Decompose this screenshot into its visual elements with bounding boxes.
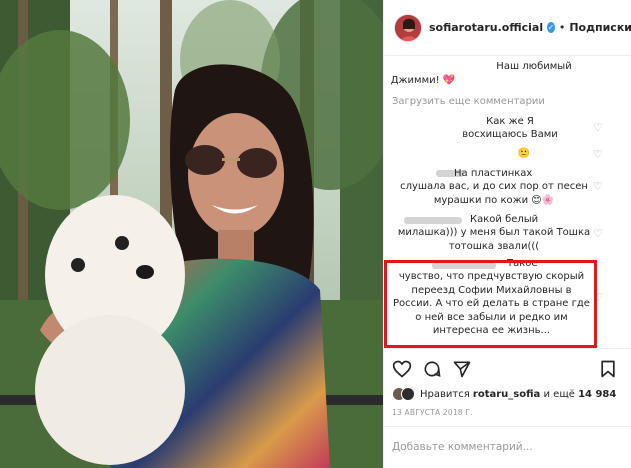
- highlight-box: [384, 260, 597, 348]
- comment-like-icon[interactable]: ♡: [593, 181, 604, 192]
- comments-list[interactable]: Наш любимый Джимми! 💖 Загрузить еще комм…: [384, 57, 631, 348]
- comment-item: На пластинках слушала вас, и до сих пор …: [394, 167, 594, 207]
- share-icon[interactable]: [452, 359, 472, 379]
- heart-icon[interactable]: [392, 359, 412, 379]
- likes-count[interactable]: 14 984: [578, 389, 616, 400]
- comment-line: На пластинках: [454, 168, 533, 179]
- likes-text: Нравится rotaru_sofia и ещё 14 984: [420, 389, 616, 400]
- likes-row: Нравится rotaru_sofia и ещё 14 984: [392, 384, 616, 404]
- comment-line: тотошка звали(((: [448, 240, 540, 252]
- comment-first-end: Джимми! 💖: [388, 74, 458, 87]
- comment-icon[interactable]: [422, 359, 442, 379]
- comment-line: Наш любимый: [496, 61, 572, 72]
- post-sidebar: sofiarotaru.official ✓ • Подписки Наш лю…: [383, 0, 631, 468]
- comment-line: милашка))) у меня был такой Тошка: [397, 227, 591, 239]
- add-comment-placeholder: Добавьте комментарий...: [392, 441, 533, 453]
- load-more-comments-button[interactable]: Загрузить еще комментарии: [392, 96, 545, 107]
- avatar[interactable]: [394, 13, 422, 42]
- comment-line: восхищаюсь Вами: [462, 129, 558, 141]
- liker-username[interactable]: rotaru_sofia: [473, 389, 540, 400]
- comment-like-icon[interactable]: ♡: [593, 122, 604, 133]
- comment-line: Джимми! 💖: [390, 75, 456, 86]
- liker-avatar[interactable]: [401, 387, 415, 401]
- comment-line: Какой белый: [470, 214, 539, 225]
- comment-item: 🙂: [514, 147, 534, 160]
- comment-line: слушала вас, и до сих пор от песен: [400, 181, 588, 193]
- follow-button[interactable]: Подписки: [569, 21, 631, 34]
- comment-item: Какой белый милашка))) у меня был такой …: [394, 213, 594, 253]
- post-date: 13 АВГУСТА 2018 Г.: [392, 408, 473, 417]
- comment-line: мурашки по кожи 😊🌸: [433, 194, 555, 206]
- comment-like-icon[interactable]: ♡: [593, 228, 604, 239]
- post-photo: [0, 0, 383, 468]
- comment-first: Наш любимый: [474, 60, 594, 73]
- post-header: sofiarotaru.official ✓ • Подписки: [384, 0, 631, 56]
- separator-dot: •: [558, 21, 566, 34]
- username[interactable]: sofiarotaru.official: [429, 21, 543, 34]
- verified-badge-icon: ✓: [547, 22, 555, 33]
- likes-prefix: Нравится: [420, 388, 470, 400]
- comment-line: 🙂: [517, 148, 531, 159]
- likes-middle: и ещё: [543, 388, 575, 400]
- add-comment-field[interactable]: Добавьте комментарий...: [384, 426, 631, 468]
- comment-line: Как же Я: [486, 116, 534, 127]
- bookmark-icon[interactable]: [598, 359, 618, 379]
- action-bar: [384, 348, 631, 388]
- comment-item: Как же Я восхищаюсь Вами: [450, 115, 570, 142]
- comment-like-icon[interactable]: ♡: [593, 149, 604, 160]
